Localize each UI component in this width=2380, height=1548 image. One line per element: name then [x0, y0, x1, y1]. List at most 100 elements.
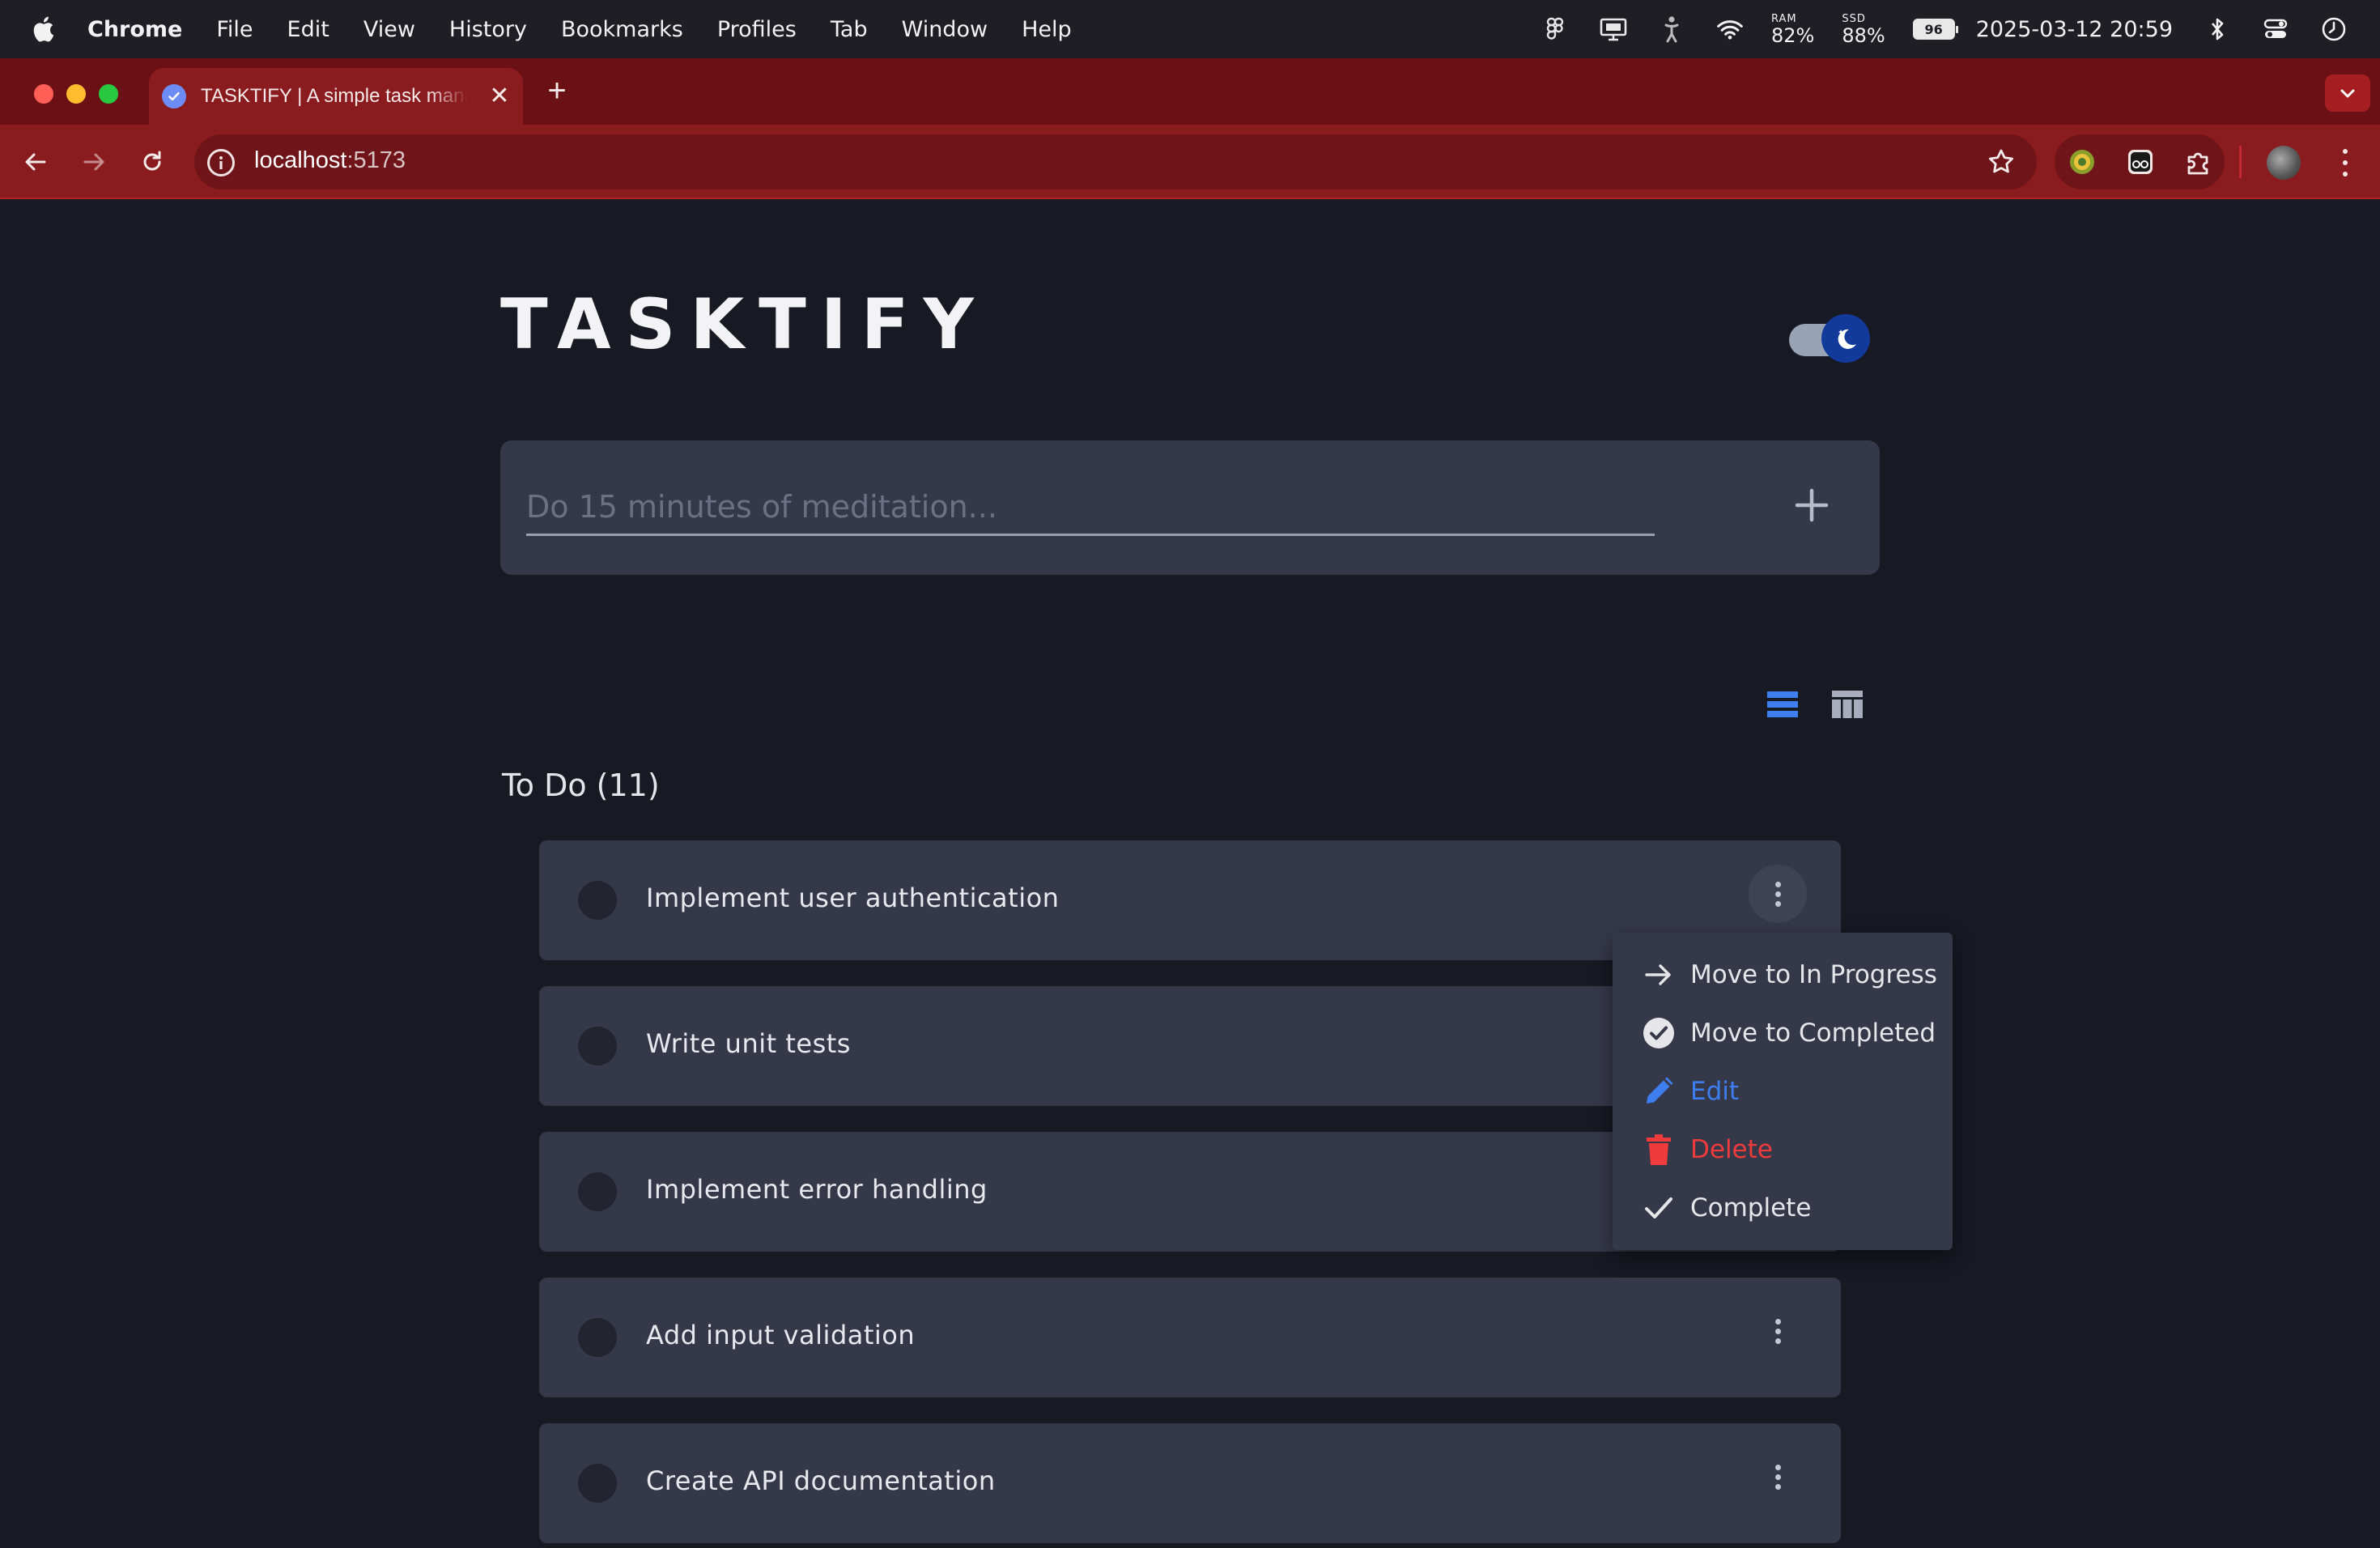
arrow-right-icon	[83, 153, 104, 171]
menu-item-move-completed[interactable]: Move to Completed	[1613, 1004, 1953, 1062]
kebab-dot	[2343, 172, 2348, 176]
wifi-icon[interactable]	[1716, 15, 1744, 43]
url-text[interactable]: localhost:5173	[254, 147, 406, 174]
extension-target-icon[interactable]	[2066, 146, 2098, 178]
url-port: :5173	[346, 147, 406, 173]
menu-item-label: Move to In Progress	[1690, 960, 1937, 989]
menu-view[interactable]: View	[363, 17, 415, 42]
check-circle-icon	[1642, 1016, 1676, 1050]
task-checkbox[interactable]	[578, 1318, 617, 1357]
tab-search-button[interactable]	[2325, 74, 2370, 112]
kebab-dot	[1774, 891, 1781, 897]
figma-icon[interactable]	[1541, 15, 1569, 43]
menu-app-name[interactable]: Chrome	[87, 17, 182, 42]
list-view-button[interactable]	[1763, 687, 1802, 722]
menu-item-delete[interactable]: Delete	[1613, 1121, 1953, 1179]
window-close-button[interactable]	[34, 84, 53, 104]
trash-icon	[1642, 1133, 1676, 1167]
ssd-usage[interactable]: SSD 88%	[1842, 14, 1885, 45]
ram-value: 82%	[1771, 23, 1815, 47]
menu-profiles[interactable]: Profiles	[717, 17, 797, 42]
menu-history[interactable]: History	[449, 17, 527, 42]
macos-menu-bar: Chrome File Edit View History Bookmarks …	[0, 0, 2380, 58]
task-card: Add input validation	[539, 1278, 1841, 1397]
kebab-dot	[1774, 881, 1781, 887]
ssd-label: SSD	[1842, 12, 1866, 25]
address-bar[interactable]	[194, 134, 2037, 189]
menu-item-label: Edit	[1690, 1077, 1740, 1106]
menu-help[interactable]: Help	[1022, 17, 1072, 42]
site-info-icon[interactable]	[207, 149, 235, 176]
task-menu-button[interactable]	[1749, 1302, 1807, 1360]
bookmark-star-icon[interactable]	[1983, 144, 2019, 180]
task-checkbox[interactable]	[578, 1464, 617, 1503]
ram-usage[interactable]: RAM 82%	[1771, 14, 1814, 45]
extension-incognito-icon[interactable]	[2124, 146, 2157, 178]
extensions-puzzle-icon[interactable]	[2182, 146, 2215, 178]
task-title: Implement error handling	[646, 1174, 988, 1205]
task-checkbox[interactable]	[578, 881, 617, 920]
kebab-dot	[1774, 1328, 1781, 1334]
display-icon[interactable]	[1600, 15, 1627, 43]
board-view-button[interactable]	[1828, 687, 1867, 722]
menu-file[interactable]: File	[216, 17, 253, 42]
profile-avatar[interactable]	[2267, 146, 2301, 180]
arrow-left-icon	[25, 153, 46, 171]
kebab-dot	[1774, 900, 1781, 907]
kebab-dot	[1774, 1474, 1781, 1480]
menu-item-move-in-progress[interactable]: Move to In Progress	[1613, 946, 1953, 1004]
menu-item-edit[interactable]: Edit	[1613, 1062, 1953, 1121]
task-checkbox[interactable]	[578, 1172, 617, 1211]
ssd-value: 88%	[1842, 23, 1885, 47]
check-icon	[1642, 1191, 1676, 1225]
menu-tab[interactable]: Tab	[831, 17, 868, 42]
new-task-input[interactable]	[526, 479, 1655, 536]
kebab-dot	[1774, 1464, 1781, 1470]
toolbar-divider	[2239, 146, 2242, 178]
task-title: Write unit tests	[646, 1028, 851, 1059]
task-title: Add input validation	[646, 1320, 916, 1350]
task-context-menu: Move to In Progress Move to Completed Ed…	[1613, 933, 1953, 1250]
menubar-clock[interactable]: 2025-03-12 20:59	[1976, 17, 2173, 42]
battery-level: 96	[1924, 21, 1943, 37]
tab-close-icon[interactable]: ✕	[487, 84, 512, 108]
task-checkbox[interactable]	[578, 1027, 617, 1065]
back-button[interactable]	[18, 144, 53, 180]
task-title: Implement user authentication	[646, 882, 1060, 913]
kebab-dot	[1774, 1483, 1781, 1490]
forward-button[interactable]	[76, 144, 112, 180]
board-view-icon	[1832, 691, 1863, 718]
bluetooth-icon[interactable]	[2204, 15, 2231, 43]
browser-menu-button[interactable]	[2333, 146, 2357, 180]
menu-window[interactable]: Window	[902, 17, 988, 42]
add-task-button[interactable]	[1789, 483, 1834, 528]
theme-toggle[interactable]	[1786, 314, 1870, 363]
window-zoom-button[interactable]	[99, 84, 118, 104]
app-logo-title: TASKTIFY	[500, 284, 988, 365]
clock-icon[interactable]	[2320, 15, 2348, 43]
menu-item-complete[interactable]: Complete	[1613, 1179, 1953, 1237]
moon-icon	[1821, 314, 1870, 363]
accessibility-icon[interactable]	[1658, 15, 1685, 43]
task-menu-button[interactable]	[1749, 1448, 1807, 1506]
window-minimize-button[interactable]	[66, 84, 86, 104]
chevron-down-icon	[2340, 89, 2355, 98]
menu-item-label: Delete	[1690, 1135, 1773, 1164]
menu-bookmarks[interactable]: Bookmarks	[561, 17, 683, 42]
todo-section-title: To Do (11)	[502, 768, 660, 803]
apple-logo-icon[interactable]	[31, 13, 58, 45]
url-host: localhost	[254, 147, 347, 173]
task-card: Create API documentation	[539, 1423, 1841, 1543]
list-view-icon	[1767, 691, 1798, 717]
kebab-dot	[2343, 160, 2348, 165]
pencil-icon	[1642, 1074, 1676, 1108]
kebab-dot	[1774, 1318, 1781, 1325]
task-menu-button[interactable]	[1749, 865, 1807, 923]
reload-button[interactable]	[134, 144, 170, 180]
menu-edit[interactable]: Edit	[287, 17, 329, 42]
control-center-icon[interactable]	[2262, 15, 2289, 43]
browser-tab-active[interactable]: TASKTIFY | A simple task manager ✕	[149, 68, 523, 125]
new-tab-button[interactable]: +	[541, 74, 573, 107]
battery-icon[interactable]: 96	[1912, 19, 1958, 40]
ram-label: RAM	[1771, 12, 1797, 25]
